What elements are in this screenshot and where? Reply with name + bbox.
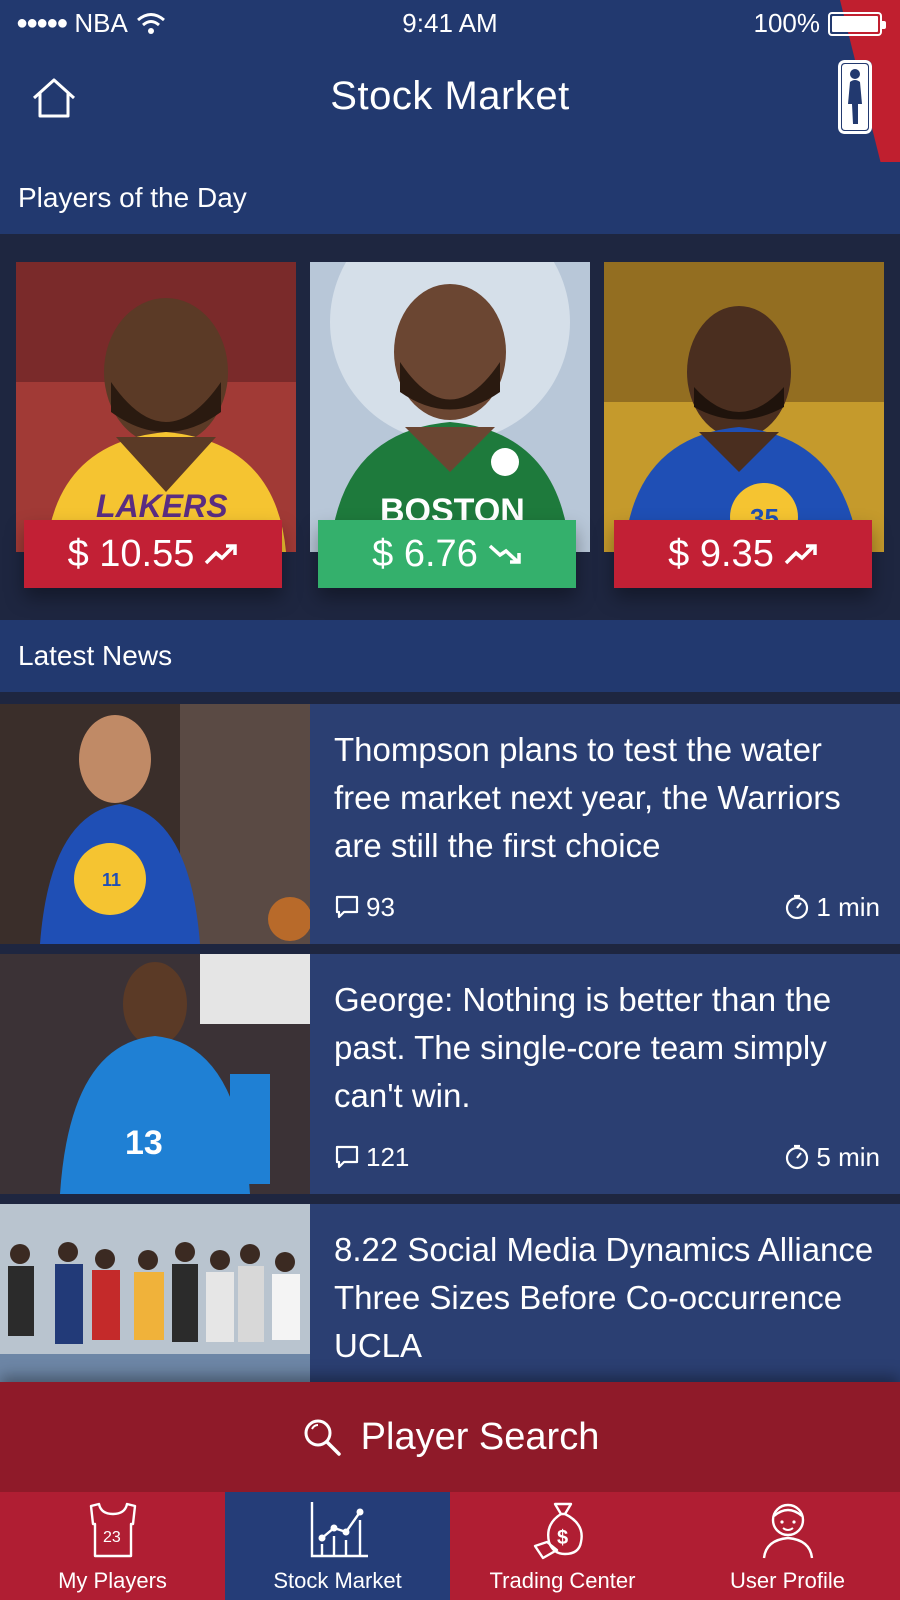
tab-stock-market[interactable]: Stock Market — [225, 1492, 450, 1600]
top-header: ●●●●● NBA 9:41 AM 100% Stock Market — [0, 0, 900, 162]
svg-text:LAKERS: LAKERS — [96, 488, 228, 524]
svg-text:11: 11 — [102, 870, 121, 890]
tab-label: Stock Market — [273, 1568, 402, 1593]
news-item[interactable]: 11 Thompson plans to test the water free… — [0, 704, 900, 944]
search-label: Player Search — [360, 1415, 600, 1458]
player-photo: BOSTON — [310, 262, 590, 552]
player-card[interactable]: BOSTON — [310, 262, 590, 552]
price-tag: $ 9.35 — [614, 520, 872, 588]
comment-icon — [335, 895, 359, 919]
trend-up-icon — [784, 544, 817, 565]
tab-user-profile[interactable]: User Profile — [675, 1492, 900, 1600]
timer-icon — [786, 894, 809, 920]
news-item[interactable]: 8.22 Social Media Dynamics Alliance Thre… — [0, 1204, 900, 1384]
news-headline: Thompson plans to test the water free ma… — [334, 731, 841, 864]
page-title: Stock Market — [330, 74, 570, 118]
tab-label: Trading Center — [489, 1568, 636, 1593]
price-tag: $ 6.76 — [318, 520, 576, 588]
battery-icon — [828, 11, 886, 36]
jersey-icon: 23 — [89, 1502, 136, 1558]
news-thumbnail: 13 — [0, 954, 310, 1194]
news-section-header: Latest News — [0, 620, 900, 692]
price-tag: $ 10.55 — [24, 520, 282, 588]
status-bar: ●●●●● NBA 9:41 AM 100% — [0, 0, 900, 46]
nba-logo-icon — [838, 60, 872, 134]
news-item[interactable]: 13 George: Nothing is better than the pa… — [0, 954, 900, 1194]
news-meta: 93 1 min — [334, 890, 880, 924]
players-section-header: Players of the Day — [0, 162, 900, 234]
player-card[interactable]: LAKERS — [16, 262, 296, 552]
trend-up-icon — [205, 544, 238, 565]
timer-icon — [786, 1144, 809, 1170]
player-photo: LAKERS — [16, 262, 296, 552]
search-icon — [304, 1419, 341, 1456]
jersey-number: 23 — [103, 1529, 121, 1546]
news-headline: 8.22 Social Media Dynamics Alliance Thre… — [334, 1231, 874, 1364]
player-photo: 35 — [604, 262, 884, 552]
comment-count: 121 — [366, 1141, 410, 1172]
money-bag-icon: $ — [533, 1502, 583, 1560]
battery-percent: 100% — [753, 8, 821, 38]
trend-down-icon — [488, 544, 521, 564]
news-headline: George: Nothing is better than the past.… — [334, 981, 832, 1114]
section-title: Players of the Day — [18, 182, 247, 213]
news-thumbnail: 11 — [0, 704, 310, 944]
player-card[interactable]: 35 — [604, 262, 884, 552]
user-icon — [762, 1503, 813, 1559]
section-title: Latest News — [18, 640, 173, 671]
news-time: 1 min — [816, 891, 880, 922]
tab-my-players[interactable]: 23 My Players — [0, 1492, 225, 1600]
price-value: $ 10.55 — [67, 532, 195, 575]
player-search-button[interactable]: Player Search — [0, 1382, 900, 1492]
news-time: 5 min — [816, 1141, 880, 1172]
price-value: $ 9.35 — [668, 532, 774, 575]
tab-label: User Profile — [730, 1568, 845, 1593]
tab-trading-center[interactable]: $ Trading Center — [450, 1492, 675, 1600]
svg-text:$: $ — [557, 1527, 568, 1549]
news-thumbnail — [0, 1204, 310, 1384]
comment-icon — [335, 1145, 359, 1169]
comment-count: 93 — [366, 891, 395, 922]
chart-icon — [310, 1502, 368, 1558]
tab-bar: 23 My Players Stock Market $ Trading Cen… — [0, 1492, 900, 1600]
tab-label: My Players — [58, 1568, 167, 1593]
news-meta: 121 5 min — [334, 1140, 880, 1174]
svg-text:13: 13 — [125, 1124, 163, 1162]
price-value: $ 6.76 — [372, 532, 478, 575]
